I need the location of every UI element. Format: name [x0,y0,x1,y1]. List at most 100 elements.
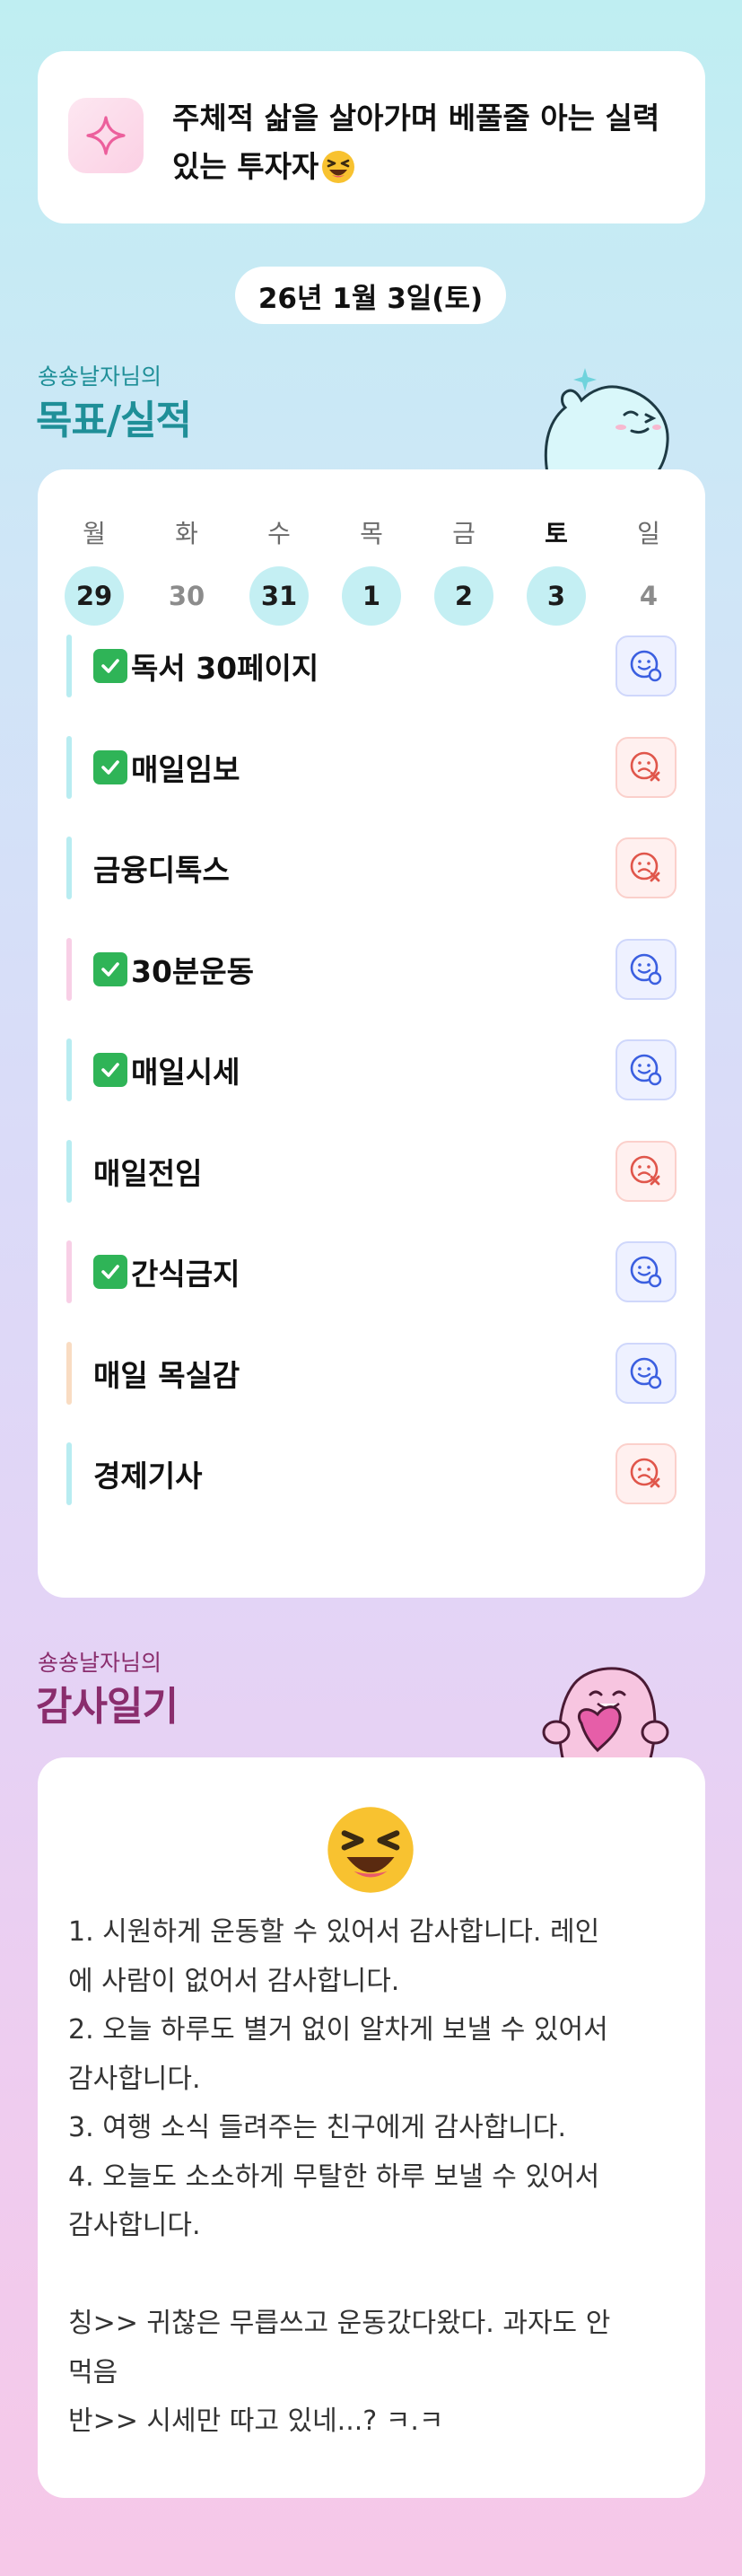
calendar-day[interactable]: 목1 [342,514,401,626]
gratitude-line: 먹음 [68,2356,118,2388]
motto-text: 주체적 삶을 살아가며 베풀줄 아는 실력 있는 투자자 [172,94,659,191]
goal-row[interactable]: 30분운동 [66,938,677,1001]
goal-item: 매일시세 [93,1048,615,1091]
goal-color-bar [66,736,72,799]
goals-owner-label: 숑숑날자님의 [38,364,162,390]
goal-label: 독서 30페이지 [131,651,319,686]
goal-item: 간식금지 [93,1250,615,1293]
gratitude-card: 1. 시원하게 운동할 수 있어서 감사합니다. 레인에 사람이 없어서 감사합… [38,1757,705,2498]
date-pill[interactable]: 26년 1월 3일(토) [235,267,506,324]
checkmark-icon [93,952,127,986]
laughing-emoji-icon [327,1807,414,1893]
calendar-day[interactable]: 화 30 [157,514,216,626]
status-done-icon-button[interactable] [615,635,677,697]
goal-color-bar [66,1342,72,1405]
goal-item: 독서 30페이지 [93,644,615,688]
goal-color-bar [66,938,72,1001]
goal-color-bar [66,1140,72,1203]
week-calendar: 월 29 화 30 수 31 목 1 금 2 토 3 일 4 [65,514,678,626]
motto-line-1: 주체적 삶을 살아가며 베풀줄 아는 실력 [172,101,660,136]
checkmark-icon [93,1255,127,1289]
goal-color-bar [66,1038,72,1101]
goal-label: 매일 목실감 [93,1358,240,1393]
goal-row[interactable]: 매일 목실감 [66,1342,677,1405]
goal-label: 금융디톡스 [93,853,230,888]
goal-label: 매일임보 [131,752,240,787]
goal-label: 경제기사 [93,1459,203,1494]
goal-label: 간식금지 [131,1257,240,1292]
goal-item: 매일 목실감 [93,1352,615,1395]
checkmark-icon [93,1053,127,1087]
day-of-week-label: 화 [175,519,198,548]
day-of-week-label: 일 [637,519,660,548]
status-done-icon-button[interactable] [615,1343,677,1404]
day-number[interactable]: 3 [527,566,586,626]
goal-item: 매일임보 [93,746,615,789]
day-number[interactable]: 30 [157,566,216,626]
day-number[interactable]: 29 [65,566,124,626]
motto-card: 주체적 삶을 살아가며 베풀줄 아는 실력 있는 투자자 [38,51,705,223]
goal-color-bar [66,1442,72,1505]
motto-line-2: 있는 투자자 [172,149,319,184]
day-number[interactable]: 2 [434,566,493,626]
day-of-week-label: 월 [83,519,106,548]
gratitude-line: 감사합니다. [68,2210,201,2241]
gratitude-text[interactable]: 1. 시원하게 운동할 수 있어서 감사합니다. 레인에 사람이 없어서 감사합… [68,1908,687,2447]
goal-label: 30분운동 [131,954,255,989]
gratitude-line: 감사합니다. [68,2063,201,2095]
gratitude-line: 2. 오늘 하루도 별거 없이 알차게 보낼 수 있어서 [68,2014,608,2046]
status-fail-icon-button[interactable] [615,1141,677,1202]
calendar-day[interactable]: 월 29 [65,514,124,626]
goals-title: 목표/실적 [36,398,192,443]
gratitude-line: 에 사람이 없어서 감사합니다. [68,1965,400,1997]
calendar-day[interactable]: 수 31 [249,514,309,626]
pink-heart-mascot-icon [542,1667,669,1762]
goal-item: 금융디톡스 [93,846,615,889]
checkmark-icon [93,750,127,784]
status-fail-icon-button[interactable] [615,1443,677,1504]
goal-row[interactable]: 독서 30페이지 [66,635,677,697]
day-number[interactable]: 4 [619,566,678,626]
goal-item: 매일전임 [93,1150,615,1193]
goal-item: 경제기사 [93,1452,615,1495]
gratitude-line [68,2251,687,2300]
day-of-week-label: 목 [360,519,383,548]
goal-label: 매일시세 [131,1055,240,1090]
checkmark-icon [93,649,127,683]
gratitude-line: 1. 시원하게 운동할 수 있어서 감사합니다. 레인 [68,1916,600,1948]
day-number[interactable]: 31 [249,566,309,626]
gratitude-line: 반>> 시세만 따고 있네...? ㅋ.ㅋ [68,2405,444,2437]
gratitude-line: 3. 여행 소식 들려주는 친구에게 감사합니다. [68,2112,567,2143]
ghost-mascot-icon [544,368,669,473]
gratitude-line: 4. 오늘도 소소하게 무탈한 하루 보낼 수 있어서 [68,2160,600,2193]
calendar-day[interactable]: 토3 [527,514,586,626]
gratitude-title: 감사일기 [36,1684,179,1730]
goal-row[interactable]: 매일시세 [66,1038,677,1101]
goal-color-bar [66,837,72,899]
goal-item: 30분운동 [93,948,615,991]
goal-color-bar [66,635,72,697]
sparkle-icon [68,98,144,173]
goal-row[interactable]: 매일전임 [66,1140,677,1203]
day-of-week-label: 금 [452,519,476,548]
status-fail-icon-button[interactable] [615,837,677,898]
goal-row[interactable]: 매일임보 [66,736,677,799]
goal-row[interactable]: 금융디톡스 [66,837,677,899]
goal-color-bar [66,1240,72,1303]
status-done-icon-button[interactable] [615,1241,677,1302]
goal-row[interactable]: 간식금지 [66,1240,677,1303]
day-number[interactable]: 1 [342,566,401,626]
gratitude-owner-label: 숑숑날자님의 [38,1650,162,1676]
status-fail-icon-button[interactable] [615,737,677,798]
status-done-icon-button[interactable] [615,939,677,1000]
gratitude-line: 칭>> 귀찮은 무릅쓰고 운동갔다왔다. 과자도 안 [68,2308,611,2339]
laughing-emoji-icon [322,151,355,183]
day-of-week-label: 수 [267,519,291,548]
goal-label: 매일전임 [93,1156,203,1191]
status-done-icon-button[interactable] [615,1039,677,1100]
calendar-day[interactable]: 일4 [619,514,678,626]
day-of-week-label: 토 [545,519,568,548]
goals-card: 월 29 화 30 수 31 목 1 금 2 토 3 일 4 독서 30페이지 매일임보 금융디톡스 30분운동… [38,469,705,1598]
calendar-day[interactable]: 금2 [434,514,493,626]
goal-row[interactable]: 경제기사 [66,1442,677,1505]
